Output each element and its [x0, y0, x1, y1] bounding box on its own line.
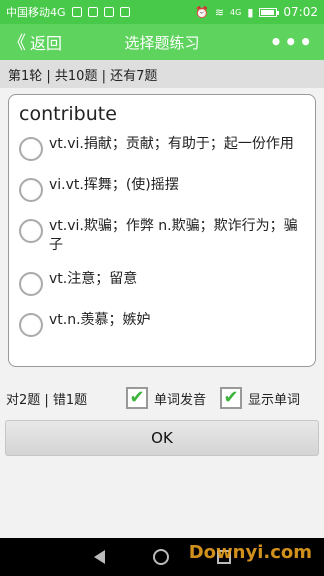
battery-icon [259, 7, 280, 17]
nav-bar: 《 返回 选择题练习 ••• [0, 24, 324, 60]
check-icon: ✔ [223, 387, 239, 408]
signal-icon: ▮ [247, 5, 254, 19]
clock: 07:02 [283, 5, 318, 19]
pronounce-label: 单词发音 [154, 392, 207, 408]
page-title: 选择题练习 [124, 33, 200, 52]
option-2-text: vi.vt.挥舞；(使)摇摆 [49, 177, 179, 193]
option-1-text: vt.vi.捐献；贡献；有助于；起一份作用 [49, 136, 294, 152]
option-2-radio[interactable] [19, 178, 43, 202]
more-menu-icon[interactable]: ••• [234, 30, 324, 54]
stats-row: 对2题 | 错1题 ✔ 单词发音 ✔ 显示单词 [0, 380, 324, 416]
system-back-icon[interactable] [93, 550, 105, 564]
back-button[interactable]: 《 返回 [0, 29, 90, 55]
back-chevron-icon: 《 [8, 33, 26, 54]
option-5-text: vt.n.羡慕；嫉妒 [49, 312, 151, 328]
question-card: contribute vt.vi.捐献；贡献；有助于；起一份作用 vi.vt.挥… [8, 94, 316, 367]
system-home-icon[interactable] [152, 549, 169, 565]
round-progress: 第1轮 | 共10题 | 还有7题 [0, 60, 324, 88]
option-5-radio[interactable] [19, 313, 43, 337]
option-4[interactable]: vt.注意；留意 [19, 270, 305, 296]
question-word: contribute [19, 103, 117, 125]
show-word-label: 显示单词 [248, 392, 301, 408]
status-bar: 中国移动4G ⏰ ≋ 4G ▮ 07:02 [0, 0, 324, 24]
option-3-radio[interactable] [19, 219, 43, 243]
image-icon [87, 7, 98, 17]
download-icon [103, 7, 114, 17]
option-1-radio[interactable] [19, 137, 43, 161]
alarm-icon: ⏰ [195, 5, 209, 19]
ok-button[interactable]: OK [5, 420, 319, 456]
option-4-text: vt.注意；留意 [49, 271, 138, 287]
pronounce-checkbox[interactable]: ✔ [126, 387, 148, 409]
pronounce-toggle[interactable]: ✔ 单词发音 [126, 387, 206, 409]
option-3[interactable]: vt.vi.欺骗；作弊 n.欺骗；欺诈行为；骗子 [19, 217, 305, 255]
option-1[interactable]: vt.vi.捐献；贡献；有助于；起一份作用 [19, 135, 305, 161]
wifi-icon: ≋ [214, 5, 225, 19]
option-2[interactable]: vi.vt.挥舞；(使)摇摆 [19, 176, 305, 202]
back-label: 返回 [30, 34, 63, 53]
carrier-label: 中国移动4G [6, 6, 66, 19]
notification-icons [71, 7, 130, 17]
show-word-checkbox[interactable]: ✔ [220, 387, 243, 409]
app-icon [119, 7, 130, 17]
score-text: 对2题 | 错1题 [6, 392, 88, 408]
show-word-toggle[interactable]: ✔ 显示单词 [220, 387, 300, 409]
option-5[interactable]: vt.n.羡慕；嫉妒 [19, 311, 305, 337]
network-label: 4G [230, 7, 242, 17]
option-3-text: vt.vi.欺骗；作弊 n.欺骗；欺诈行为；骗子 [49, 218, 298, 253]
check-icon: ✔ [129, 387, 145, 408]
sim-icon [71, 7, 82, 17]
watermark: Downyi.com [188, 542, 312, 563]
option-4-radio[interactable] [19, 272, 43, 296]
